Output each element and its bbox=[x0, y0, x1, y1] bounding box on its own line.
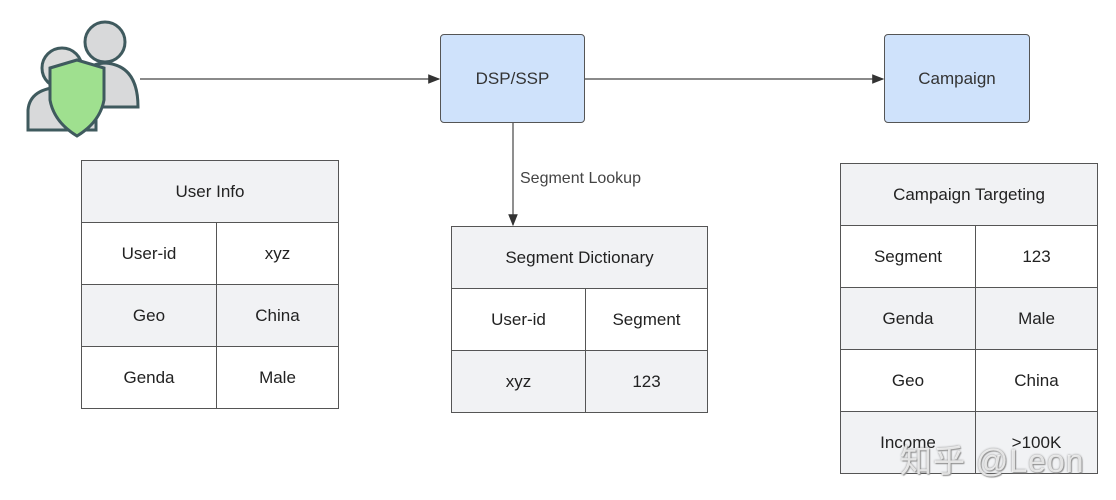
table-row: Genda Male bbox=[81, 346, 339, 409]
cell: xyz bbox=[216, 222, 339, 285]
cell: Genda bbox=[81, 346, 217, 409]
cell: Segment bbox=[585, 288, 708, 351]
campaign-targeting-table: Campaign Targeting Segment 123 Genda Male … bbox=[840, 163, 1098, 474]
cell: 123 bbox=[585, 350, 708, 413]
segment-lookup-label: Segment Lookup bbox=[520, 170, 641, 187]
table-row: Segment 123 bbox=[840, 225, 1098, 288]
cell: Genda bbox=[840, 287, 976, 350]
cell: User-id bbox=[81, 222, 217, 285]
cell: User-id bbox=[451, 288, 586, 351]
table-title: Segment Dictionary bbox=[451, 226, 708, 289]
table-row: Geo China bbox=[840, 349, 1098, 412]
cell: China bbox=[216, 284, 339, 347]
dsp-ssp-node: DSP/SSP bbox=[440, 34, 585, 123]
table-row: xyz 123 bbox=[451, 350, 708, 413]
cell: Geo bbox=[81, 284, 217, 347]
campaign-node: Campaign bbox=[884, 34, 1030, 123]
cell: xyz bbox=[451, 350, 586, 413]
user-info-table: User Info User-id xyz Geo China Genda Male bbox=[81, 160, 339, 409]
table-row: Geo China bbox=[81, 284, 339, 347]
cell: Segment bbox=[840, 225, 976, 288]
watermark: 知乎 @Leon bbox=[900, 443, 1085, 479]
cell: China bbox=[975, 349, 1098, 412]
table-title: Campaign Targeting bbox=[840, 163, 1098, 226]
table-row: User-id xyz bbox=[81, 222, 339, 285]
user-shield-icon bbox=[26, 20, 140, 138]
cell: Geo bbox=[840, 349, 976, 412]
cell: Male bbox=[216, 346, 339, 409]
table-row: User-id Segment bbox=[451, 288, 708, 351]
cell: 123 bbox=[975, 225, 1098, 288]
segment-dictionary-table: Segment Dictionary User-id Segment xyz 123 bbox=[451, 226, 708, 413]
cell: Male bbox=[975, 287, 1098, 350]
table-title: User Info bbox=[81, 160, 339, 223]
table-row: Genda Male bbox=[840, 287, 1098, 350]
